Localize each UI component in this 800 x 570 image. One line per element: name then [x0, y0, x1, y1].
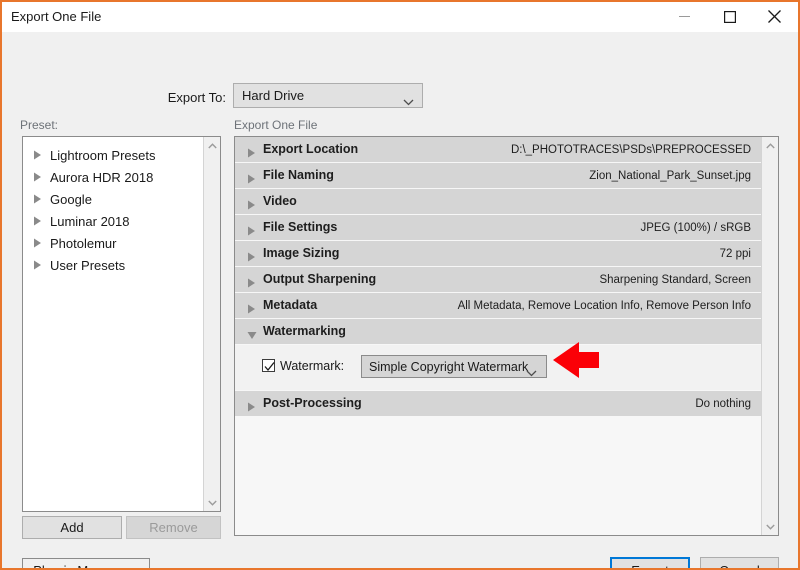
- panel-scrollbar[interactable]: [761, 137, 778, 535]
- left-pointing-arrow-annotation: [553, 340, 601, 380]
- preset-item-label: Luminar 2018: [50, 213, 130, 229]
- triangle-right-icon[interactable]: [33, 214, 42, 229]
- minimize-button[interactable]: [662, 2, 707, 31]
- triangle-right-icon[interactable]: [33, 170, 42, 185]
- export-settings-list: Export Location D:\_PHOTOTRACES\PSDs\PRE…: [235, 137, 761, 535]
- preset-item-luminar-2018[interactable]: Luminar 2018: [23, 210, 204, 232]
- watermark-dropdown[interactable]: Simple Copyright Watermark: [361, 355, 547, 378]
- section-title: File Naming: [263, 168, 334, 182]
- preset-item-label: Google: [50, 191, 92, 207]
- section-value: Zion_National_Park_Sunset.jpg: [589, 170, 751, 182]
- plugin-manager-button[interactable]: Plug-in Manager...: [22, 558, 150, 568]
- triangle-right-icon[interactable]: [33, 192, 42, 207]
- minimize-icon: [662, 11, 707, 22]
- section-watermarking[interactable]: Watermarking: [235, 319, 761, 345]
- section-file-naming[interactable]: File Naming Zion_National_Park_Sunset.jp…: [235, 163, 761, 189]
- section-file-settings[interactable]: File Settings JPEG (100%) / sRGB: [235, 215, 761, 241]
- section-title: Output Sharpening: [263, 272, 377, 286]
- watermark-checkbox[interactable]: [262, 359, 275, 372]
- chevron-down-icon: [403, 93, 414, 111]
- export-dialog-window: Export One File Export To: Hard Drive Pr…: [0, 0, 800, 570]
- preset-item-label: User Presets: [50, 257, 126, 273]
- preset-item-user-presets[interactable]: User Presets: [23, 254, 204, 276]
- preset-list-box: Lightroom Presets Aurora HDR 2018 Google: [22, 136, 221, 512]
- watermarking-content: Watermark: Simple Copyright Watermark: [235, 345, 761, 391]
- triangle-right-icon[interactable]: [247, 399, 256, 417]
- remove-preset-button: Remove: [126, 516, 221, 539]
- preset-item-photolemur[interactable]: Photolemur: [23, 232, 204, 254]
- export-to-value: Hard Drive: [242, 88, 305, 103]
- maximize-button[interactable]: [707, 2, 752, 31]
- export-to-label: Export To:: [167, 90, 226, 105]
- export-to-dropdown[interactable]: Hard Drive: [233, 83, 423, 108]
- triangle-right-icon[interactable]: [247, 275, 256, 293]
- add-preset-button[interactable]: Add: [22, 516, 122, 539]
- section-value: 72 ppi: [719, 248, 751, 260]
- triangle-right-icon[interactable]: [33, 148, 42, 163]
- preset-label: Preset:: [20, 118, 59, 132]
- preset-item-label: Aurora HDR 2018: [50, 169, 154, 185]
- scroll-down-icon[interactable]: [204, 494, 220, 511]
- maximize-icon: [707, 10, 752, 23]
- export-settings-panel: Export Location D:\_PHOTOTRACES\PSDs\PRE…: [234, 136, 779, 536]
- export-button[interactable]: Export: [610, 557, 690, 568]
- triangle-right-icon[interactable]: [33, 258, 42, 273]
- section-title: File Settings: [263, 220, 338, 234]
- section-title: Post-Processing: [263, 396, 362, 410]
- section-title: Watermarking: [263, 324, 346, 338]
- triangle-right-icon[interactable]: [247, 223, 256, 241]
- preset-list-scrollbar[interactable]: [203, 137, 220, 511]
- triangle-right-icon[interactable]: [33, 236, 42, 251]
- section-image-sizing[interactable]: Image Sizing 72 ppi: [235, 241, 761, 267]
- preset-item-lightroom-presets[interactable]: Lightroom Presets: [23, 144, 204, 166]
- triangle-right-icon[interactable]: [247, 197, 256, 215]
- close-icon: [752, 10, 797, 23]
- preset-item-aurora-hdr-2018[interactable]: Aurora HDR 2018: [23, 166, 204, 188]
- preset-item-label: Lightroom Presets: [50, 147, 156, 163]
- section-export-location[interactable]: Export Location D:\_PHOTOTRACES\PSDs\PRE…: [235, 137, 761, 163]
- section-video[interactable]: Video: [235, 189, 761, 215]
- title-bar: Export One File: [2, 2, 798, 33]
- section-post-processing[interactable]: Post-Processing Do nothing: [235, 391, 761, 417]
- window-title: Export One File: [11, 9, 102, 24]
- scroll-up-icon[interactable]: [204, 137, 220, 154]
- close-button[interactable]: [752, 2, 797, 31]
- cancel-button[interactable]: Cancel: [700, 557, 779, 568]
- watermark-selected-value: Simple Copyright Watermark: [369, 360, 529, 374]
- scroll-up-icon[interactable]: [762, 137, 778, 154]
- chevron-down-icon: [526, 364, 537, 382]
- triangle-down-icon[interactable]: [247, 327, 257, 345]
- triangle-right-icon[interactable]: [247, 171, 256, 189]
- section-value: Do nothing: [695, 398, 751, 410]
- section-value: JPEG (100%) / sRGB: [640, 222, 751, 234]
- section-output-sharpening[interactable]: Output Sharpening Sharpening Standard, S…: [235, 267, 761, 293]
- triangle-right-icon[interactable]: [247, 145, 256, 163]
- section-title: Metadata: [263, 298, 318, 312]
- preset-item-google[interactable]: Google: [23, 188, 204, 210]
- panel-label: Export One File: [234, 118, 318, 132]
- section-value: Sharpening Standard, Screen: [599, 274, 751, 286]
- scroll-down-icon[interactable]: [762, 518, 778, 535]
- section-metadata[interactable]: Metadata All Metadata, Remove Location I…: [235, 293, 761, 319]
- section-title: Video: [263, 194, 297, 208]
- triangle-right-icon[interactable]: [247, 301, 256, 319]
- section-title: Export Location: [263, 142, 359, 156]
- section-title: Image Sizing: [263, 246, 340, 260]
- section-value: D:\_PHOTOTRACES\PSDs\PREPROCESSED: [510, 144, 751, 156]
- watermark-label: Watermark:: [280, 359, 345, 373]
- triangle-right-icon[interactable]: [247, 249, 256, 267]
- preset-list: Lightroom Presets Aurora HDR 2018 Google: [23, 137, 204, 276]
- section-value: All Metadata, Remove Location Info, Remo…: [457, 300, 751, 312]
- preset-item-label: Photolemur: [50, 235, 117, 251]
- dialog-body: Export To: Hard Drive Preset: Lightroom …: [2, 32, 798, 568]
